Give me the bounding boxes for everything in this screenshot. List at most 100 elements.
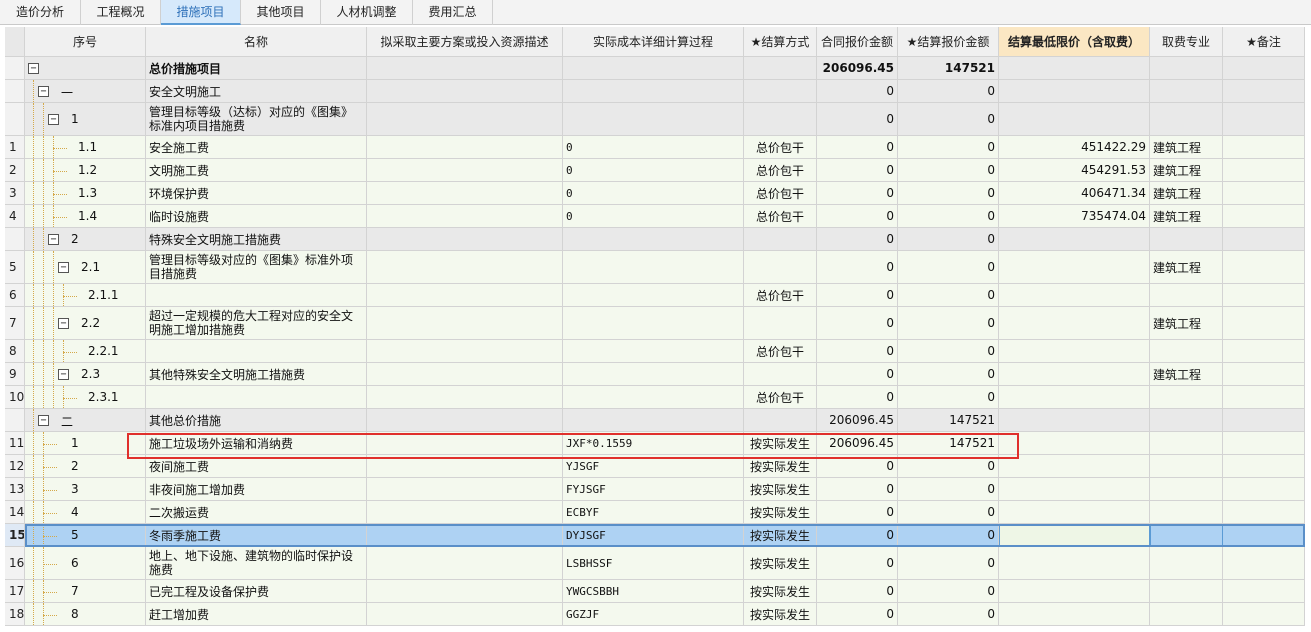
cell-plan[interactable]	[367, 501, 563, 524]
cell-limit[interactable]	[999, 57, 1150, 80]
cell-seq[interactable]: 2	[25, 455, 146, 478]
collapse-toggle-icon[interactable]: −	[38, 86, 49, 97]
cell-contract[interactable]: 0	[817, 182, 898, 205]
table-row[interactable]: 11 1 施工垃圾场外运输和消纳费 JXF*0.1559 按实际发生 206096.45 1…	[5, 432, 1305, 455]
cell-plan[interactable]	[367, 251, 563, 284]
cell-major[interactable]	[1150, 228, 1223, 251]
header-limit[interactable]: 结算最低限价（含取费）	[999, 27, 1150, 57]
cell-remark[interactable]	[1223, 284, 1305, 307]
cell-settle[interactable]: 0	[898, 136, 999, 159]
cell-limit[interactable]: 454291.53	[999, 159, 1150, 182]
cell-remark[interactable]	[1223, 340, 1305, 363]
cell-major[interactable]	[1150, 340, 1223, 363]
cell-remark[interactable]	[1223, 251, 1305, 284]
cell-plan[interactable]	[367, 340, 563, 363]
cell-method[interactable]: 按实际发生	[744, 580, 817, 603]
cell-remark[interactable]	[1223, 103, 1305, 136]
cell-calc[interactable]	[563, 103, 744, 136]
table-row[interactable]: − 总价措施项目 206096.45 147521	[5, 57, 1305, 80]
cell-remark[interactable]	[1223, 228, 1305, 251]
tab-project-overview[interactable]: 工程概况	[81, 0, 161, 25]
cell-settle[interactable]: 0	[898, 603, 999, 626]
cell-seq[interactable]: 7	[25, 580, 146, 603]
cell-plan[interactable]	[367, 284, 563, 307]
cell-contract[interactable]: 0	[817, 580, 898, 603]
table-row[interactable]: 10 2.3.1 总价包干 0 0	[5, 386, 1305, 409]
cell-remark[interactable]	[1223, 363, 1305, 386]
table-row[interactable]: 15 5 冬雨季施工费 DYJSGF 按实际发生 0 0	[5, 524, 1305, 547]
cell-method[interactable]: 总价包干	[744, 284, 817, 307]
cell-plan[interactable]	[367, 455, 563, 478]
table-row[interactable]: 16 6 地上、地下设施、建筑物的临时保护设施费 LSBHSSF 按实际发生 0 0	[5, 547, 1305, 580]
cell-calc[interactable]	[563, 363, 744, 386]
tab-measures[interactable]: 措施项目	[161, 0, 241, 25]
cell-calc[interactable]	[563, 228, 744, 251]
cell-contract[interactable]: 0	[817, 501, 898, 524]
table-row[interactable]: −2 特殊安全文明施工措施费 0 0	[5, 228, 1305, 251]
cell-contract[interactable]: 0	[817, 478, 898, 501]
cell-plan[interactable]	[367, 409, 563, 432]
header-plan[interactable]: 拟采取主要方案或投入资源描述	[367, 27, 563, 57]
table-row[interactable]: 9 − 2.3 其他特殊安全文明施工措施费 0 0 建筑工程	[5, 363, 1305, 386]
cell-contract[interactable]: 0	[817, 159, 898, 182]
cell-remark[interactable]	[1223, 386, 1305, 409]
cell-contract[interactable]: 0	[817, 386, 898, 409]
cell-method[interactable]	[744, 57, 817, 80]
cell-contract[interactable]: 0	[817, 284, 898, 307]
cell-remark[interactable]	[1223, 478, 1305, 501]
cell-method[interactable]	[744, 228, 817, 251]
cell-seq[interactable]: 8	[25, 603, 146, 626]
cell-limit[interactable]	[999, 409, 1150, 432]
cell-remark[interactable]	[1223, 524, 1305, 547]
cell-method[interactable]: 按实际发生	[744, 524, 817, 547]
cell-contract[interactable]: 0	[817, 547, 898, 580]
cell-remark[interactable]	[1223, 580, 1305, 603]
cell-name[interactable]: 施工垃圾场外运输和消纳费	[146, 432, 367, 455]
cell-settle[interactable]: 0	[898, 501, 999, 524]
cell-plan[interactable]	[367, 103, 563, 136]
cell-major[interactable]: 建筑工程	[1150, 363, 1223, 386]
collapse-toggle-icon[interactable]: −	[48, 114, 59, 125]
cell-settle[interactable]: 0	[898, 159, 999, 182]
cell-seq[interactable]: −2	[25, 228, 146, 251]
table-row[interactable]: 7 − 2.2 超过一定规模的危大工程对应的安全文明施工增加措施费 0 0 建筑工程	[5, 307, 1305, 340]
cell-contract[interactable]: 0	[817, 205, 898, 228]
cell-settle[interactable]: 0	[898, 363, 999, 386]
table-row[interactable]: −1 管理目标等级（达标）对应的《图集》标准内项目措施费 0 0	[5, 103, 1305, 136]
cell-settle[interactable]: 147521	[898, 432, 999, 455]
cell-seq[interactable]: 3	[25, 478, 146, 501]
cell-major[interactable]	[1150, 524, 1223, 547]
cell-name[interactable]: 安全施工费	[146, 136, 367, 159]
cell-seq[interactable]: 2.3.1	[25, 386, 146, 409]
cell-calc[interactable]: JXF*0.1559	[563, 432, 744, 455]
cell-name[interactable]: 超过一定规模的危大工程对应的安全文明施工增加措施费	[146, 307, 367, 340]
cell-calc[interactable]	[563, 386, 744, 409]
cell-settle[interactable]: 0	[898, 182, 999, 205]
table-row[interactable]: 4 1.4 临时设施费 0 总价包干 0 0 735474.04 建筑工程	[5, 205, 1305, 228]
cell-seq[interactable]: 2.1.1	[25, 284, 146, 307]
cell-settle[interactable]: 0	[898, 580, 999, 603]
cell-contract[interactable]: 206096.45	[817, 57, 898, 80]
collapse-toggle-icon[interactable]: −	[58, 318, 69, 329]
table-row[interactable]: − 一安全文明施工 0 0	[5, 80, 1305, 103]
cell-name[interactable]: 其他特殊安全文明施工措施费	[146, 363, 367, 386]
cell-calc[interactable]: 0	[563, 182, 744, 205]
cell-settle[interactable]: 147521	[898, 409, 999, 432]
cell-name[interactable]: 赶工增加费	[146, 603, 367, 626]
collapse-toggle-icon[interactable]: −	[58, 369, 69, 380]
cell-name[interactable]: 安全文明施工	[146, 80, 367, 103]
cell-limit[interactable]	[999, 251, 1150, 284]
cell-remark[interactable]	[1223, 205, 1305, 228]
cell-calc[interactable]: DYJSGF	[563, 524, 744, 547]
cell-plan[interactable]	[367, 205, 563, 228]
cell-seq[interactable]: 1.4	[25, 205, 146, 228]
cell-major[interactable]: 建筑工程	[1150, 136, 1223, 159]
cell-calc[interactable]: 0	[563, 136, 744, 159]
cell-plan[interactable]	[367, 478, 563, 501]
cell-method[interactable]: 按实际发生	[744, 478, 817, 501]
table-row[interactable]: 1 1.1 安全施工费 0 总价包干 0 0 451422.29 建筑工程	[5, 136, 1305, 159]
cell-method[interactable]: 按实际发生	[744, 547, 817, 580]
cell-limit[interactable]: 451422.29	[999, 136, 1150, 159]
cell-remark[interactable]	[1223, 501, 1305, 524]
cell-calc[interactable]: GGZJF	[563, 603, 744, 626]
